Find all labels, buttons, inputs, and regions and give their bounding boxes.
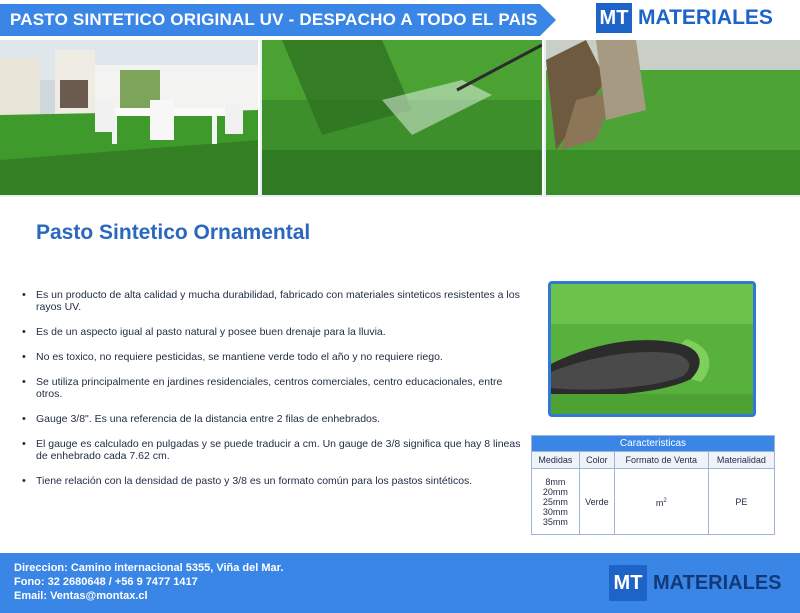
header: PASTO SINTETICO ORIGINAL UV - DESPACHO A…: [0, 0, 800, 40]
size-value: 35mm: [542, 516, 568, 527]
feature-item: Tiene relación con la densidad de pasto …: [22, 475, 522, 487]
footer: Direccion: Camino internacional 5355, Vi…: [0, 553, 800, 613]
col-materialidad: Materialidad: [707, 451, 776, 469]
cell-materialidad: PE: [707, 468, 776, 535]
logo-wordmark: MATERIALES: [653, 571, 782, 594]
feature-item: Es un producto de alta calidad y mucha d…: [22, 289, 522, 313]
feature-item: El gauge es calculado en pulgadas y se p…: [22, 438, 522, 462]
brand-logo[interactable]: MT MATERIALES: [596, 3, 773, 33]
address-text: Direccion: Camino internacional 5355, Vi…: [14, 562, 284, 574]
specs-title: Caracteristicas: [531, 435, 775, 452]
email-text[interactable]: Email: Ventas@montax.cl: [14, 589, 283, 603]
footer-logo[interactable]: MT MATERIALES: [609, 565, 782, 601]
photo-watering: [262, 40, 544, 195]
photo-strip: [0, 40, 800, 197]
size-value: 8mm: [545, 476, 566, 487]
phone-text[interactable]: Fono: 32 2680648 / +56 9 7477 1417: [14, 575, 283, 589]
col-medidas: Medidas: [531, 451, 580, 469]
logo-wordmark: MATERIALES: [638, 6, 773, 29]
feature-item: Se utiliza principalmente en jardines re…: [22, 376, 522, 400]
photo-terrace: [0, 40, 260, 195]
cell-color: Verde: [578, 468, 615, 535]
size-value: 30mm: [542, 506, 568, 517]
feature-item: No es toxico, no requiere pesticidas, se…: [22, 351, 522, 363]
feature-item: Es de un aspecto igual al pasto natural …: [22, 326, 522, 338]
col-color: Color: [578, 451, 615, 469]
size-value: 25mm: [542, 496, 568, 507]
cell-medidas: 8mm 20mm 25mm 30mm 35mm: [531, 468, 580, 535]
grass-sample-image: [548, 281, 756, 417]
logo-mark: MT: [596, 3, 632, 33]
product-section: Pasto Sintetico Ornamental Es un product…: [0, 197, 800, 553]
specs-table: Caracteristicas Medidas Color Formato de…: [531, 435, 776, 535]
formato-exponent: 2: [663, 497, 667, 504]
cell-formato: m2: [613, 468, 709, 535]
contact-info: Direccion: Camino internacional 5355, Vi…: [14, 561, 283, 603]
feature-item: Gauge 3/8". Es una referencia de la dist…: [22, 413, 522, 425]
feature-list: Es un producto de alta calidad y mucha d…: [22, 289, 522, 500]
banner-text: PASTO SINTETICO ORIGINAL UV - DESPACHO A…: [10, 10, 538, 29]
size-value: 20mm: [542, 486, 568, 497]
col-formato: Formato de Venta: [613, 451, 709, 469]
header-banner: PASTO SINTETICO ORIGINAL UV - DESPACHO A…: [0, 4, 556, 36]
product-title: Pasto Sintetico Ornamental: [36, 221, 311, 244]
photo-garden: [546, 40, 800, 195]
logo-mark: MT: [609, 565, 647, 601]
